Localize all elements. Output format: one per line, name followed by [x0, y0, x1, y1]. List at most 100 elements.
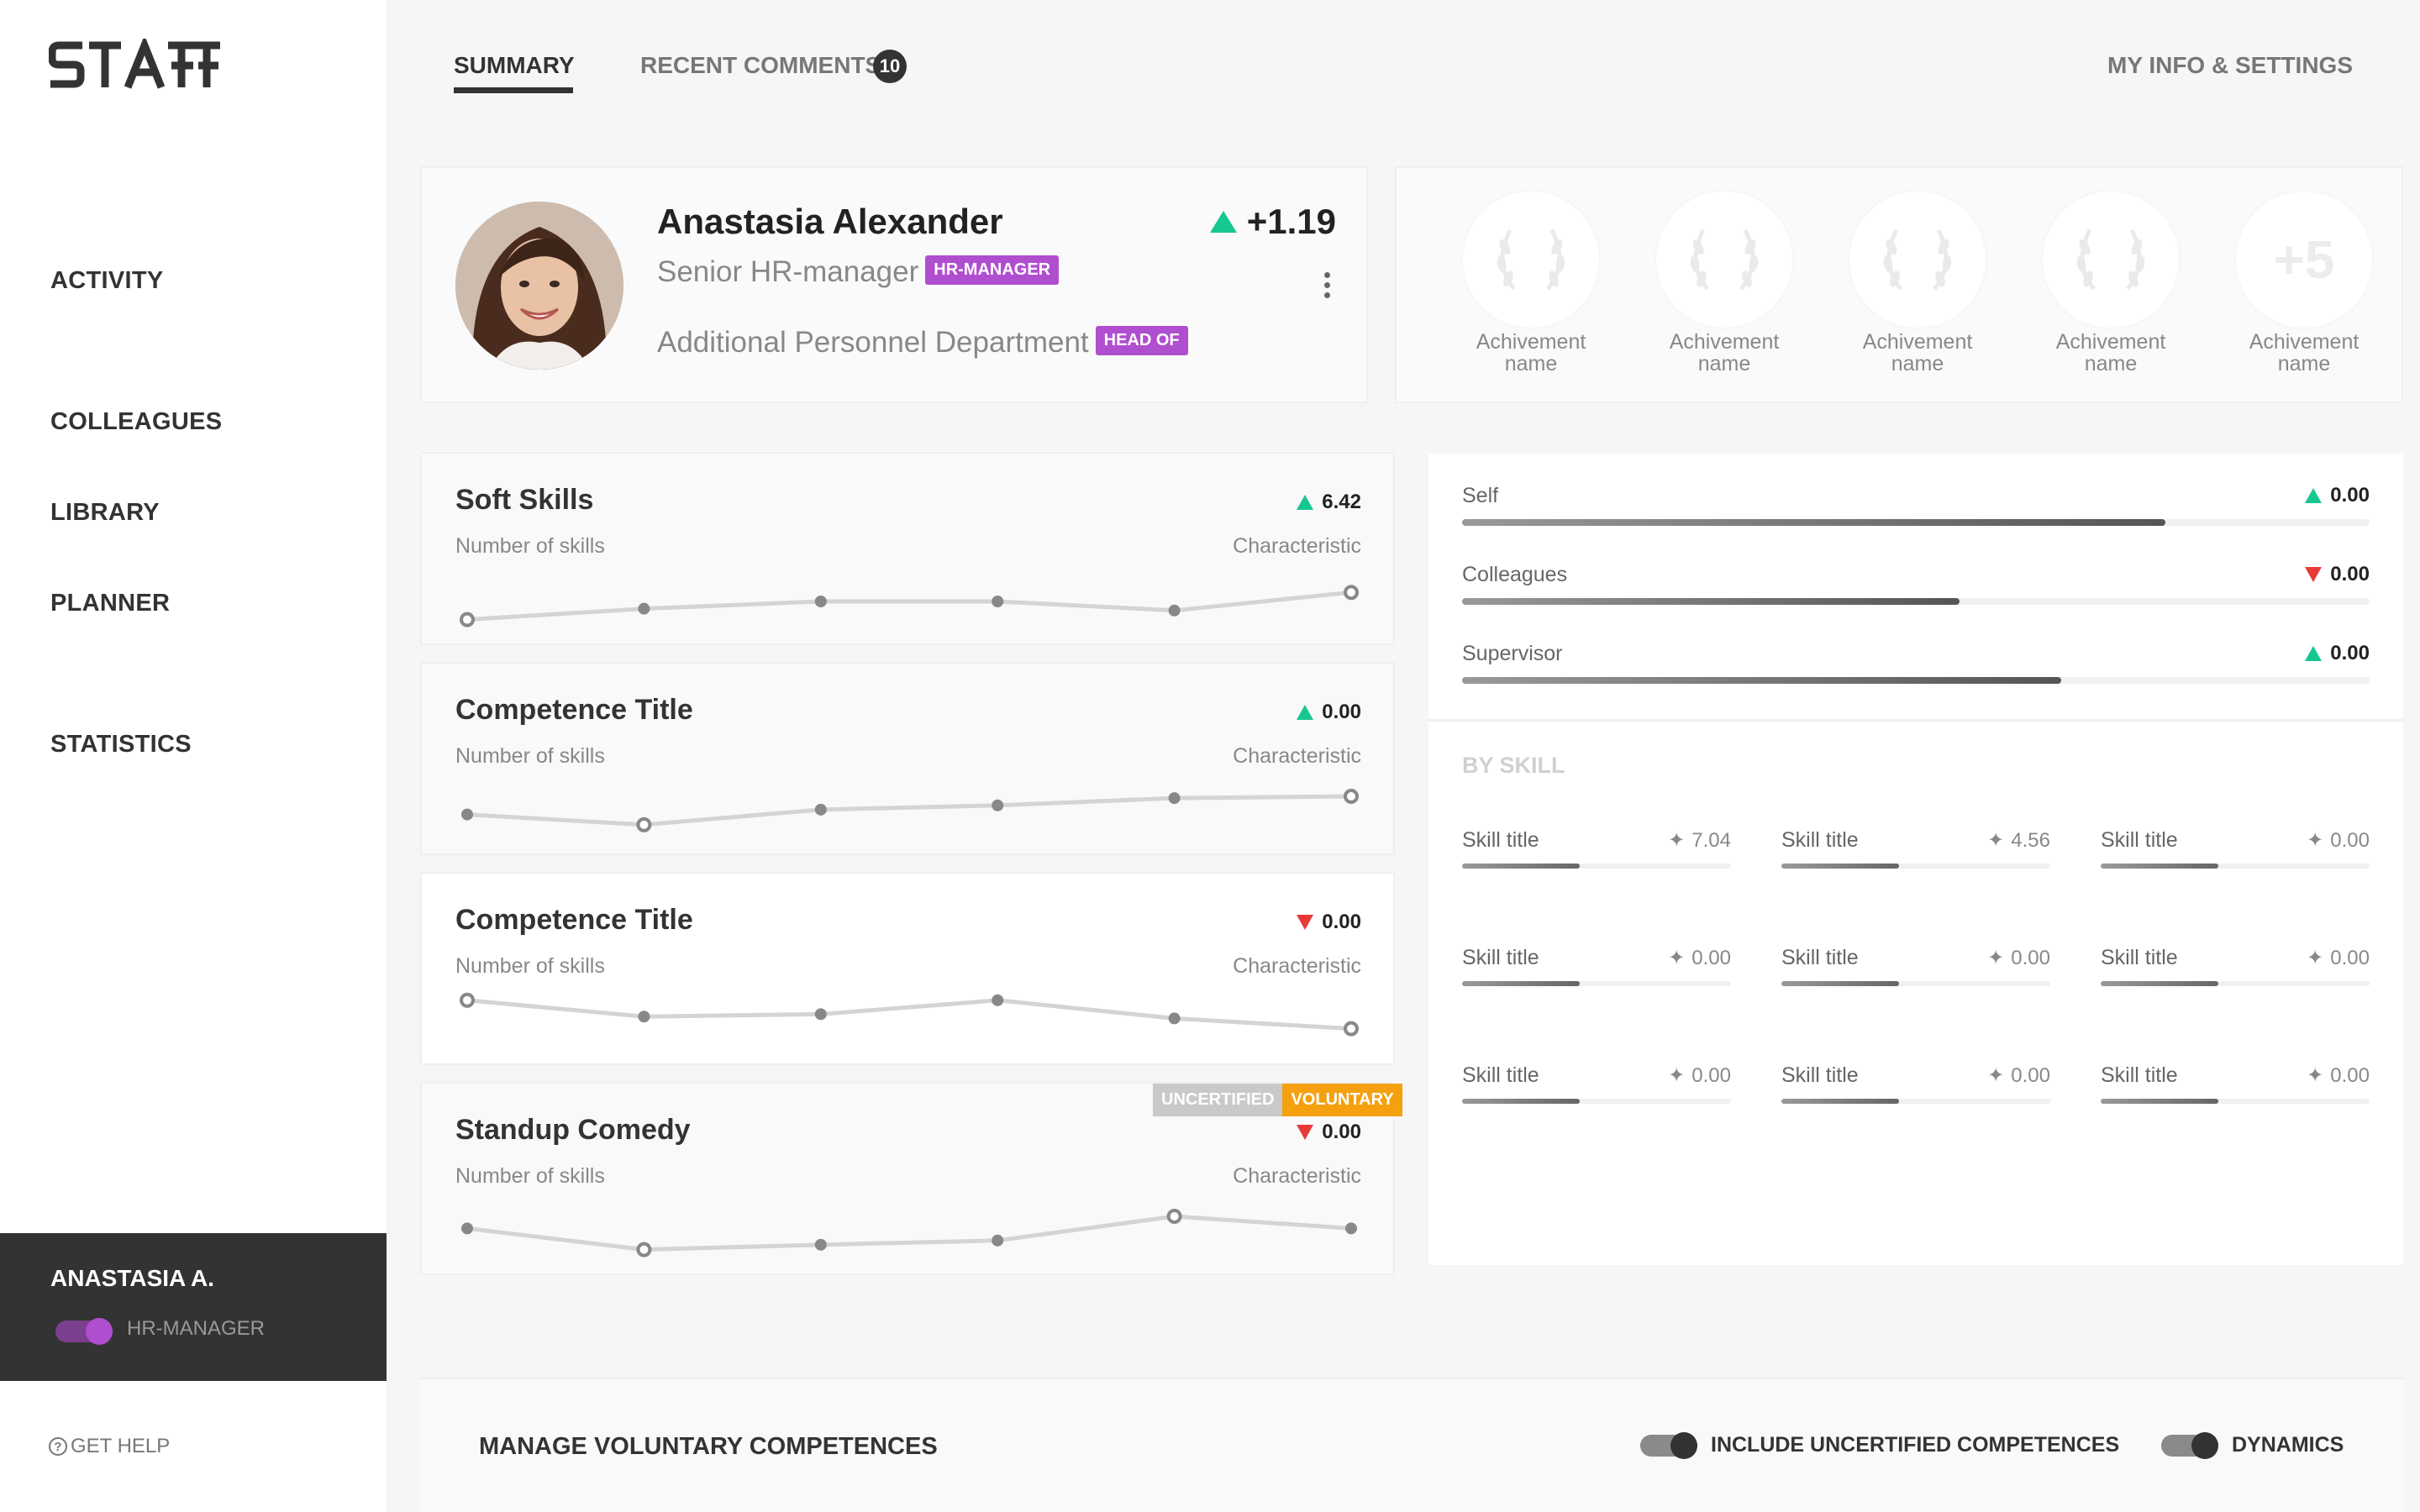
- nav-item-library[interactable]: LIBRARY: [50, 499, 160, 527]
- trend-point: [461, 808, 473, 821]
- profile-delta-value: +1.19: [1246, 202, 1336, 241]
- skill-item[interactable]: Skill title ✦ 4.56: [1781, 828, 2050, 869]
- sparkle-icon: ✦: [2307, 1064, 2324, 1087]
- trend-line: [466, 998, 1352, 1032]
- competence-trend-chart: [461, 789, 1359, 832]
- include-uncertified-toggle[interactable]: [1640, 1432, 1697, 1459]
- profile-score-delta: +1.19: [1209, 202, 1336, 242]
- toggle-knob: [1670, 1432, 1697, 1459]
- dynamics-label[interactable]: DYNAMICS: [2232, 1433, 2344, 1457]
- trend-line: [466, 1214, 1352, 1252]
- skill-score: ✦ 7.04: [1668, 828, 1731, 853]
- trend-point: [638, 602, 650, 615]
- laurel-wreath-icon: [2043, 192, 2179, 328]
- skill-bar: [2101, 1099, 2370, 1104]
- include-uncertified-label[interactable]: INCLUDE UNCERTIFIED COMPETENCES: [1711, 1433, 2119, 1457]
- rating-bar: [1462, 519, 2370, 526]
- trend-point: [1344, 585, 1359, 601]
- skill-value: 0.00: [2011, 946, 2050, 969]
- skill-bar-fill: [2101, 981, 2218, 986]
- skill-value: 4.56: [2011, 828, 2050, 852]
- trend-point: [814, 803, 827, 816]
- rating-row-supervisor[interactable]: Supervisor 0.00: [1462, 642, 2370, 684]
- trend-point: [1168, 1012, 1181, 1025]
- dynamics-toggle[interactable]: [2161, 1432, 2218, 1459]
- role-toggle-knob: [86, 1318, 113, 1345]
- question-circle-icon: ?: [49, 1437, 67, 1456]
- achievement-item[interactable]: Achivement name: [1649, 192, 1800, 375]
- trend-point: [1168, 604, 1181, 617]
- nav-item-statistics[interactable]: STATISTICS: [50, 731, 192, 759]
- skill-item[interactable]: Skill title ✦ 0.00: [2101, 1063, 2370, 1104]
- trend-point: [1344, 789, 1359, 804]
- rating-row-self[interactable]: Self 0.00: [1462, 484, 2370, 526]
- skill-item[interactable]: Skill title ✦ 0.00: [2101, 828, 2370, 869]
- skill-value: 0.00: [2011, 1063, 2050, 1087]
- skill-score: ✦ 0.00: [1987, 946, 2050, 970]
- toggle-knob: [2191, 1432, 2218, 1459]
- skill-item[interactable]: Skill title ✦ 0.00: [1781, 1063, 2050, 1104]
- role-toggle[interactable]: [55, 1318, 113, 1345]
- arrow-up-icon: [1209, 211, 1237, 233]
- by-skill-heading: BY SKILL: [1462, 753, 1565, 778]
- skill-value: 0.00: [2330, 828, 2370, 852]
- current-user-panel: ANASTASIA A. HR-MANAGER: [0, 1233, 387, 1381]
- sidebar: ACTIVITY COLLEAGUES LIBRARY PLANNER STAT…: [0, 0, 387, 1512]
- rating-label: Supervisor: [1462, 642, 1563, 665]
- achievement-name: Achivement name: [2055, 330, 2166, 375]
- competence-card[interactable]: Competence Title Number of skills Charac…: [420, 662, 1395, 855]
- trend-point: [814, 596, 827, 607]
- nav-item-colleagues[interactable]: COLLEAGUES: [50, 408, 222, 436]
- trend-point: [1166, 1209, 1182, 1224]
- achievement-item[interactable]: Achivement name: [1842, 192, 1993, 375]
- user-role: HR-MANAGER: [127, 1317, 266, 1340]
- skill-bar: [1781, 1099, 2050, 1104]
- skill-score: ✦ 0.00: [1668, 1063, 1731, 1088]
- skill-value: 0.00: [2330, 1063, 2370, 1087]
- arrow-down-icon: [2305, 567, 2323, 582]
- sparkle-icon: ✦: [1987, 947, 2005, 969]
- skill-item[interactable]: Skill title ✦ 0.00: [1781, 946, 2050, 986]
- competence-card[interactable]: Soft Skills Number of skills Characteris…: [420, 452, 1395, 645]
- competence-card[interactable]: Competence Title Number of skills Charac…: [420, 872, 1395, 1065]
- skill-item[interactable]: Skill title ✦ 7.04: [1462, 828, 1731, 869]
- rating-row-colleagues[interactable]: Colleagues 0.00: [1462, 563, 2370, 605]
- more-options-icon[interactable]: [1324, 272, 1333, 298]
- nav-item-planner[interactable]: PLANNER: [50, 590, 170, 617]
- laurel-wreath-icon: [1656, 192, 1792, 328]
- trend-point: [1345, 1222, 1357, 1235]
- achievement-item[interactable]: Achivement name: [1455, 192, 1607, 375]
- skill-bar-fill: [1781, 864, 1899, 869]
- trend-point: [460, 612, 475, 627]
- skill-bar-fill: [1781, 1099, 1899, 1104]
- more-achievements-circle: +5: [2236, 192, 2372, 328]
- tab-recent-comments[interactable]: RECENT COMMENTS: [640, 52, 881, 79]
- my-info-settings-link[interactable]: MY INFO & SETTINGS: [2107, 52, 2353, 79]
- sparkle-icon: ✦: [1668, 947, 1686, 969]
- tab-summary[interactable]: SUMMARY: [454, 52, 575, 79]
- trend-line: [466, 590, 1352, 622]
- skill-item[interactable]: Skill title ✦ 0.00: [2101, 946, 2370, 986]
- achievement-name: Achivement name: [1476, 330, 1586, 375]
- more-achievements[interactable]: +5 Achivement name: [2228, 192, 2380, 375]
- staff-logo[interactable]: [48, 34, 222, 95]
- skill-item[interactable]: Skill title ✦ 0.00: [1462, 1063, 1731, 1104]
- rating-value: 0.00: [2330, 642, 2370, 664]
- skill-value: 0.00: [1691, 1063, 1731, 1087]
- get-help-link[interactable]: ? GET HELP: [49, 1435, 170, 1458]
- skill-score: ✦ 0.00: [2307, 946, 2370, 970]
- achievement-item[interactable]: Achivement name: [2035, 192, 2186, 375]
- skill-value: 0.00: [2330, 946, 2370, 969]
- trend-point: [1344, 1021, 1359, 1037]
- manage-voluntary-competences-button[interactable]: MANAGE VOLUNTARY COMPETENCES: [479, 1433, 938, 1461]
- user-name[interactable]: ANASTASIA A.: [50, 1265, 214, 1292]
- more-achievements-count: +5: [2273, 229, 2335, 290]
- nav-item-activity[interactable]: ACTIVITY: [50, 267, 164, 295]
- trend-point: [992, 799, 1004, 811]
- profile-department: Additional Personnel Department HEAD OF: [657, 326, 1188, 360]
- avatar-portrait: [455, 202, 623, 370]
- avatar[interactable]: [455, 202, 623, 370]
- skill-bar: [1462, 1099, 1731, 1104]
- skill-item[interactable]: Skill title ✦ 0.00: [1462, 946, 1731, 986]
- arrow-up-icon: [2305, 488, 2323, 503]
